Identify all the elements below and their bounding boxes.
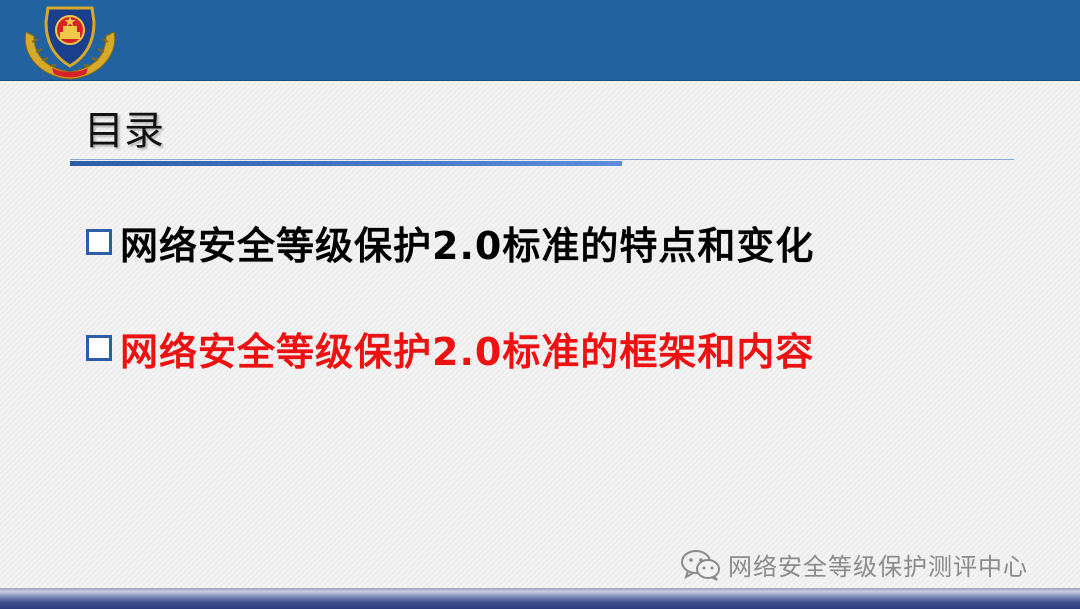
header-bar <box>0 0 1080 81</box>
watermark: 网络安全等级保护测评中心 <box>680 547 1028 582</box>
list-item-highlighted: 网络安全等级保护2.0标准的框架和内容 <box>86 322 814 374</box>
slide-title: 目录 <box>84 108 164 154</box>
checkbox-square-icon <box>86 335 112 361</box>
slide: 目录 网络安全等级保护2.0标准的特点和变化 网络安全等级保护2.0标准的框架和… <box>0 0 1080 609</box>
list-item-label: 网络安全等级保护2.0标准的框架和内容 <box>120 329 815 374</box>
title-divider-thin <box>70 159 1014 160</box>
list-item-label: 网络安全等级保护2.0标准的特点和变化 <box>120 223 815 268</box>
police-emblem-icon <box>24 6 116 80</box>
watermark-text: 网络安全等级保护测评中心 <box>728 553 1028 581</box>
checkbox-square-icon <box>86 229 112 255</box>
footer-bar <box>0 588 1080 609</box>
list-item: 网络安全等级保护2.0标准的特点和变化 <box>86 216 814 268</box>
wechat-icon <box>681 549 720 581</box>
title-divider-thick <box>70 161 622 166</box>
